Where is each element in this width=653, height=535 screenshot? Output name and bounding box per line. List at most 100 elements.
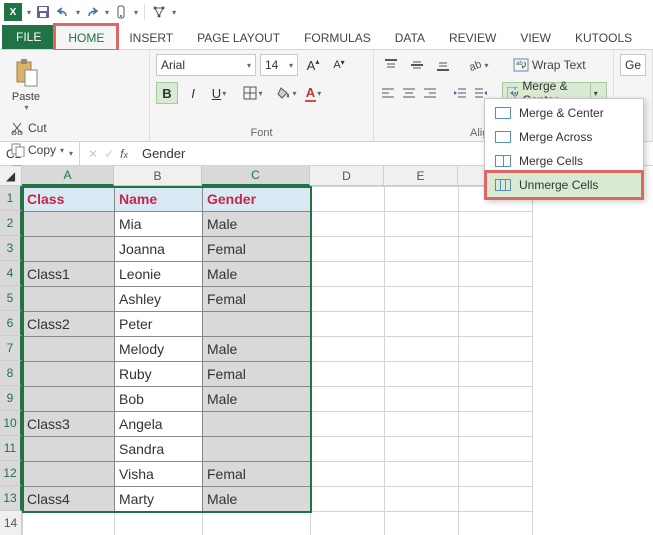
increase-font-icon[interactable]: A▴ — [302, 54, 324, 76]
cell-E3[interactable] — [385, 237, 459, 262]
cell-B9[interactable]: Bob — [115, 387, 203, 412]
row-header-11[interactable]: 11 — [0, 436, 22, 461]
cell-C5[interactable]: Femal — [203, 287, 311, 312]
decrease-indent-icon[interactable] — [451, 82, 468, 104]
cell-F9[interactable] — [459, 387, 533, 412]
cell-F5[interactable] — [459, 287, 533, 312]
row-header-13[interactable]: 13 — [0, 486, 22, 511]
redo-icon[interactable] — [84, 4, 100, 20]
row-header-12[interactable]: 12 — [0, 461, 22, 486]
cell-D7[interactable] — [311, 337, 385, 362]
cell-C3[interactable]: Femal — [203, 237, 311, 262]
column-header-E[interactable]: E — [384, 166, 458, 186]
kutools-nav-icon[interactable] — [151, 4, 167, 20]
cell[interactable] — [385, 512, 459, 535]
tab-review[interactable]: REVIEW — [437, 26, 508, 49]
cell-B5[interactable]: Ashley — [115, 287, 203, 312]
orientation-icon[interactable]: ab▾ — [468, 54, 490, 76]
row-header-9[interactable]: 9 — [0, 386, 22, 411]
wrap-text-button[interactable]: ab Wrap Text — [508, 55, 591, 75]
cut-button[interactable]: Cut — [6, 118, 112, 138]
cell-A1[interactable]: Class — [23, 187, 115, 212]
cell-D12[interactable] — [311, 462, 385, 487]
bold-button[interactable]: B — [156, 82, 178, 104]
column-header-C[interactable]: C — [202, 166, 310, 186]
align-left-icon[interactable] — [380, 82, 397, 104]
cell-D6[interactable] — [311, 312, 385, 337]
tab-kutools[interactable]: KUTOOLS — [563, 26, 644, 49]
cell-E9[interactable] — [385, 387, 459, 412]
tab-view[interactable]: VIEW — [508, 26, 563, 49]
menu-unmerge-cells[interactable]: Unmerge Cells — [487, 173, 641, 197]
cell-D4[interactable] — [311, 262, 385, 287]
cell-E10[interactable] — [385, 412, 459, 437]
cell[interactable] — [115, 512, 203, 535]
cell-E8[interactable] — [385, 362, 459, 387]
cell-B6[interactable]: Peter — [115, 312, 203, 337]
tab-file[interactable]: FILE — [2, 25, 55, 49]
row-header-1[interactable]: 1 — [0, 186, 22, 211]
tab-page-layout[interactable]: PAGE LAYOUT — [185, 26, 292, 49]
cell-F7[interactable] — [459, 337, 533, 362]
touch-mode-icon[interactable] — [113, 4, 129, 20]
font-color-button[interactable]: A▾ — [302, 82, 324, 104]
cell-C10[interactable] — [203, 412, 311, 437]
font-size-selector[interactable]: 14▾ — [260, 54, 298, 76]
row-header-3[interactable]: 3 — [0, 236, 22, 261]
cell-F12[interactable] — [459, 462, 533, 487]
cell[interactable] — [459, 512, 533, 535]
cell-D3[interactable] — [311, 237, 385, 262]
select-all-corner[interactable]: ◢ — [0, 166, 22, 186]
align-middle-icon[interactable] — [406, 54, 428, 76]
tab-insert[interactable]: INSERT — [117, 26, 185, 49]
paste-button[interactable]: Paste ▾ — [6, 54, 46, 112]
cell-E11[interactable] — [385, 437, 459, 462]
cell-E7[interactable] — [385, 337, 459, 362]
cell-C6[interactable] — [203, 312, 311, 337]
column-header-A[interactable]: A — [22, 166, 114, 186]
menu-merge-center[interactable]: Merge & Center — [487, 101, 641, 125]
row-header-8[interactable]: 8 — [0, 361, 22, 386]
cell-A5[interactable] — [23, 287, 115, 312]
cell-B4[interactable]: Leonie — [115, 262, 203, 287]
align-bottom-icon[interactable] — [432, 54, 454, 76]
cell-A13[interactable]: Class4 — [23, 487, 115, 512]
cell-E5[interactable] — [385, 287, 459, 312]
cell-E1[interactable] — [385, 187, 459, 212]
cell-E12[interactable] — [385, 462, 459, 487]
row-header-7[interactable]: 7 — [0, 336, 22, 361]
cell-D1[interactable] — [311, 187, 385, 212]
cell-F11[interactable] — [459, 437, 533, 462]
copy-button[interactable]: Copy▾ — [6, 140, 112, 160]
cell-A8[interactable] — [23, 362, 115, 387]
align-right-icon[interactable] — [422, 82, 439, 104]
cell-A3[interactable] — [23, 237, 115, 262]
menu-merge-across[interactable]: Merge Across — [487, 125, 641, 149]
row-header-5[interactable]: 5 — [0, 286, 22, 311]
underline-button[interactable]: U▾ — [208, 82, 230, 104]
row-header-10[interactable]: 10 — [0, 411, 22, 436]
cell-E2[interactable] — [385, 212, 459, 237]
align-top-icon[interactable] — [380, 54, 402, 76]
row-header-4[interactable]: 4 — [0, 261, 22, 286]
cell-E6[interactable] — [385, 312, 459, 337]
cell-B3[interactable]: Joanna — [115, 237, 203, 262]
cell-D2[interactable] — [311, 212, 385, 237]
cell-A7[interactable] — [23, 337, 115, 362]
cell-B13[interactable]: Marty — [115, 487, 203, 512]
number-format-selector[interactable]: Ge — [620, 54, 646, 76]
tab-data[interactable]: DATA — [383, 26, 437, 49]
cell-A9[interactable] — [23, 387, 115, 412]
italic-button[interactable]: I — [182, 82, 204, 104]
row-header-2[interactable]: 2 — [0, 211, 22, 236]
font-name-selector[interactable]: Arial▾ — [156, 54, 256, 76]
cell-C8[interactable]: Femal — [203, 362, 311, 387]
cell-D13[interactable] — [311, 487, 385, 512]
cell-B11[interactable]: Sandra — [115, 437, 203, 462]
cell-D11[interactable] — [311, 437, 385, 462]
cell-C7[interactable]: Male — [203, 337, 311, 362]
cell-F2[interactable] — [459, 212, 533, 237]
cell-B10[interactable]: Angela — [115, 412, 203, 437]
cell-C13[interactable]: Male — [203, 487, 311, 512]
cell-C11[interactable] — [203, 437, 311, 462]
